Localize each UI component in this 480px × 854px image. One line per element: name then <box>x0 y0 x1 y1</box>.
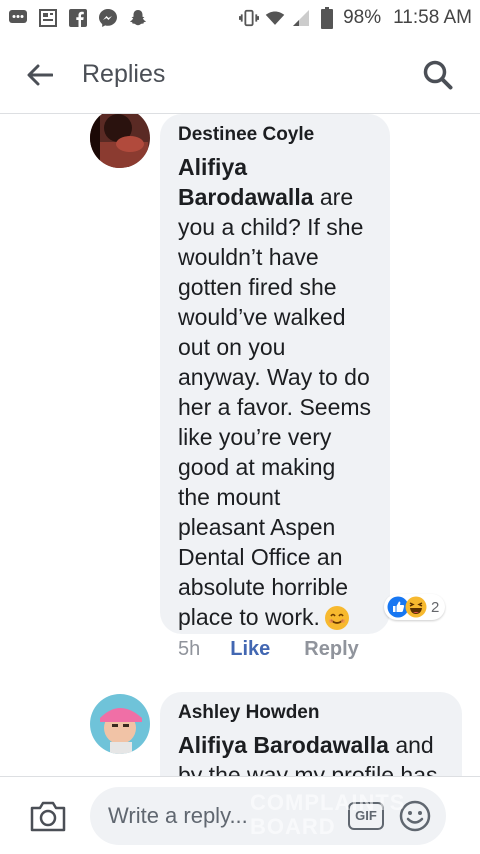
comment-bubble: Ashley Howden Alifiya Barodawalla and by… <box>160 692 462 776</box>
mention-link[interactable]: Alifiya Barodawalla <box>178 154 314 210</box>
like-button[interactable]: Like <box>230 638 270 661</box>
camera-button[interactable] <box>26 794 70 838</box>
smiley-icon <box>399 800 431 831</box>
reaction-summary[interactable]: 2 <box>384 594 446 620</box>
status-bar-notifications <box>8 8 148 28</box>
message-icon <box>8 8 28 28</box>
battery-percentage: 98% <box>343 7 382 28</box>
reply-input[interactable] <box>108 802 328 829</box>
back-button[interactable] <box>20 55 60 95</box>
app-header: Replies <box>0 36 480 114</box>
mention-link[interactable]: Alifiya Barodawalla <box>178 732 389 758</box>
gif-button[interactable]: GIF <box>348 801 384 830</box>
facebook-icon <box>68 8 88 28</box>
signal-icon <box>291 8 311 28</box>
arrow-left-icon <box>27 64 53 85</box>
search-icon <box>423 60 453 89</box>
vibrate-icon <box>239 8 260 28</box>
news-icon <box>38 8 58 28</box>
comment-body: are you a child? If she wouldn’t have go… <box>178 184 372 630</box>
avatar[interactable] <box>90 694 150 754</box>
comment-bubble: Destinee Coyle Alifiya Barodawalla are y… <box>160 114 390 634</box>
avatar[interactable] <box>90 114 150 168</box>
comment-item: Ashley Howden Alifiya Barodawalla and by… <box>0 692 480 776</box>
snapchat-icon <box>128 8 148 28</box>
messenger-icon <box>98 8 118 28</box>
haha-reaction-icon <box>405 596 427 618</box>
clock: 11:58 AM <box>393 7 472 28</box>
camera-icon <box>30 801 66 831</box>
comment-item: Destinee Coyle Alifiya Barodawalla are y… <box>0 114 480 674</box>
reply-composer: COMPLAINTS BOARD GIF <box>0 776 480 854</box>
reply-input-container: COMPLAINTS BOARD GIF <box>90 786 446 845</box>
comment-author[interactable]: Ashley Howden <box>178 700 444 726</box>
reply-button[interactable]: Reply <box>304 638 358 661</box>
comment-text: Alifiya Barodawalla and by the way my pr… <box>178 730 444 776</box>
battery-icon <box>317 7 337 29</box>
emoji-button[interactable] <box>398 799 432 833</box>
comment-list: Destinee Coyle Alifiya Barodawalla are y… <box>0 114 480 776</box>
status-bar-system: 98% 11:58 AM <box>239 7 472 29</box>
comment-actions: 5h Like Reply <box>178 638 359 661</box>
comment-text: Alifiya Barodawalla are you a child? If … <box>178 152 372 632</box>
wifi-icon <box>265 8 285 28</box>
comment-timestamp: 5h <box>178 638 201 660</box>
smiling-emoji-icon <box>324 605 350 631</box>
search-button[interactable] <box>418 55 458 95</box>
page-title: Replies <box>82 60 166 88</box>
reaction-count: 2 <box>431 598 440 616</box>
comment-author[interactable]: Destinee Coyle <box>178 122 372 148</box>
status-bar: 98% 11:58 AM <box>0 0 480 36</box>
